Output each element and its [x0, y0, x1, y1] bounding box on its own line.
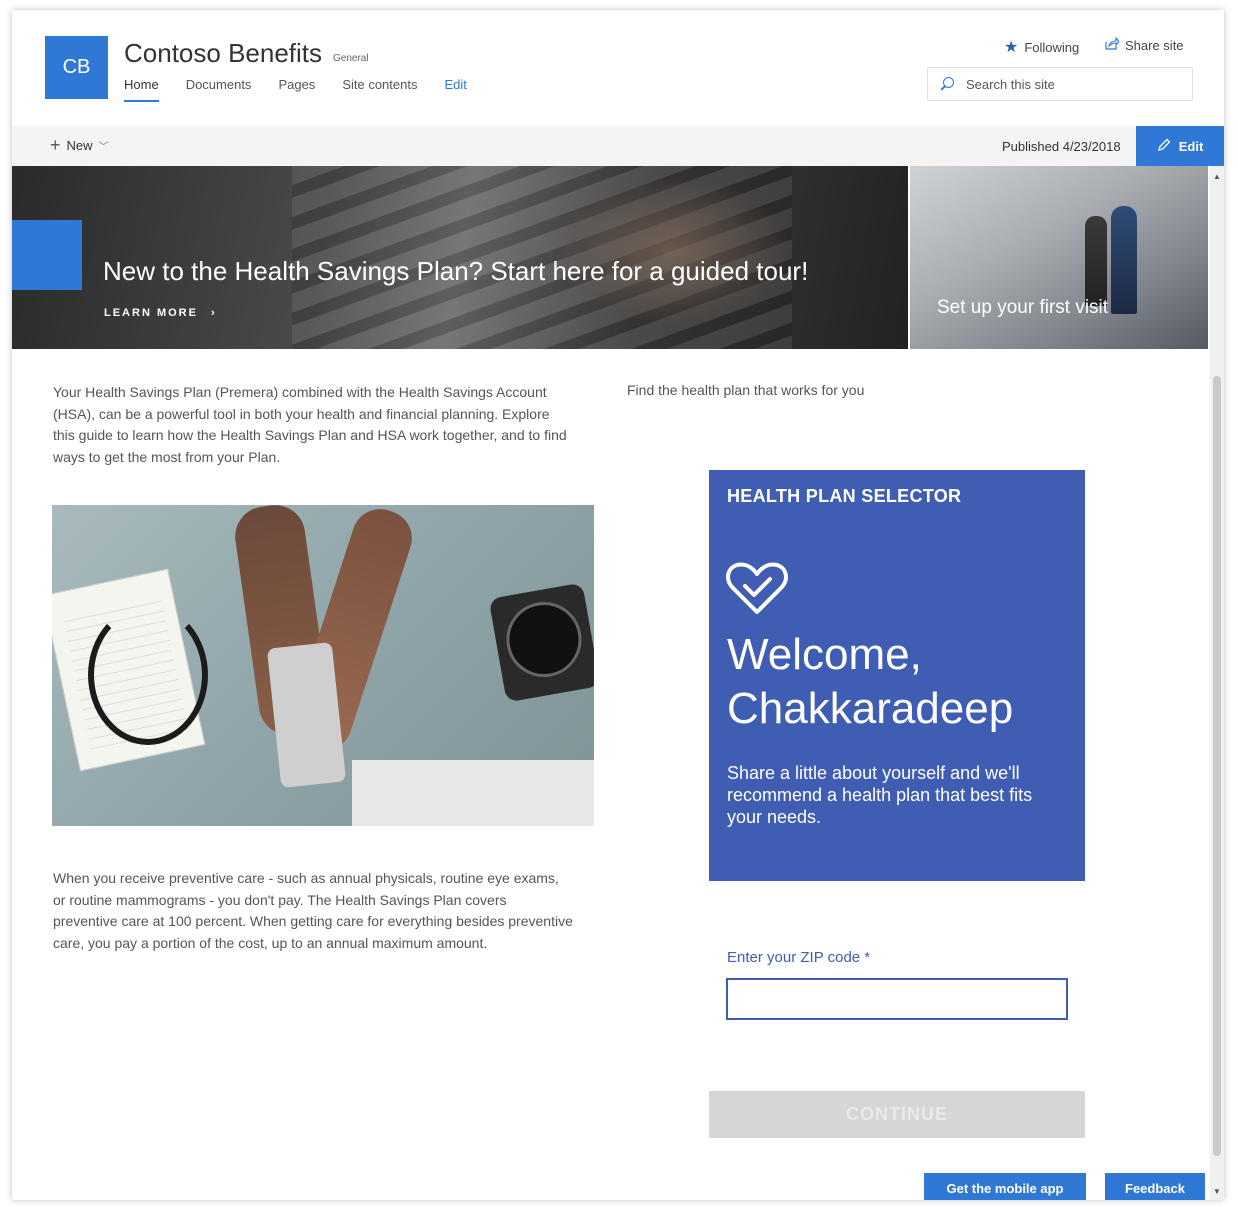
nav-documents[interactable]: Documents — [186, 77, 252, 102]
plus-icon: + — [50, 135, 61, 155]
following-label: Following — [1024, 39, 1080, 55]
nav-home[interactable]: Home — [124, 77, 159, 102]
preventive-care-paragraph: When you receive preventive care - such … — [53, 870, 573, 951]
site-title[interactable]: Contoso Benefits — [124, 38, 322, 69]
feedback-button[interactable]: Feedback — [1105, 1173, 1205, 1200]
hero-accent-block — [12, 220, 82, 290]
following-button[interactable]: ★ Following — [1004, 37, 1079, 57]
pencil-icon — [1157, 138, 1171, 155]
selector-heading: HEALTH PLAN SELECTOR — [727, 486, 962, 506]
scroll-thumb[interactable] — [1213, 376, 1221, 1156]
heart-check-icon — [725, 560, 789, 616]
share-site-button[interactable]: Share site — [1105, 36, 1184, 53]
nav-pages[interactable]: Pages — [278, 77, 315, 102]
intro-paragraph: Your Health Savings Plan (Premera) combi… — [53, 384, 567, 465]
site-logo[interactable]: CB — [45, 36, 108, 99]
zip-code-input[interactable] — [726, 978, 1068, 1020]
new-button[interactable]: + New ﹀ — [50, 136, 109, 154]
hero-side-title: Set up your first visit — [937, 297, 1109, 318]
find-plan-text: Find the health plan that works for you — [627, 382, 865, 398]
site-classification: General — [333, 53, 369, 64]
chevron-down-icon: ﹀ — [98, 141, 109, 153]
health-plan-selector-card: HEALTH PLAN SELECTOR Welcome, Chakkarade… — [709, 470, 1085, 881]
site-nav: Home Documents Pages Site contents Edit — [124, 77, 494, 102]
hero-main-tile[interactable]: New to the Health Savings Plan? Start he… — [12, 166, 908, 349]
continue-button[interactable]: CONTINUE — [709, 1091, 1085, 1138]
search-placeholder: Search this site — [966, 76, 1055, 92]
welcome-heading: Welcome, Chakkaradeep — [727, 630, 1014, 733]
site-header: CB Contoso Benefits General Home Documen… — [12, 10, 1224, 126]
zip-label: Enter your ZIP code * — [727, 949, 871, 966]
vertical-scrollbar[interactable]: ▲ ▼ — [1210, 166, 1224, 1200]
share-site-label: Share site — [1125, 37, 1184, 53]
nav-site-contents[interactable]: Site contents — [342, 77, 417, 102]
edit-page-button[interactable]: Edit — [1136, 126, 1224, 166]
search-box[interactable]: Search this site — [927, 67, 1193, 101]
medical-checkup-image — [52, 505, 594, 826]
star-icon: ★ — [1004, 39, 1019, 56]
hand-image — [552, 176, 792, 326]
published-status: Published 4/23/2018 — [1002, 139, 1121, 154]
scroll-down-arrow-icon[interactable]: ▼ — [1213, 1187, 1221, 1196]
scroll-up-arrow-icon[interactable]: ▲ — [1213, 172, 1221, 181]
zip-form: Enter your ZIP code * CONTINUE — [709, 881, 1085, 1139]
new-label: New — [66, 137, 93, 153]
nav-edit-link[interactable]: Edit — [444, 77, 466, 102]
selector-description: Share a little about yourself and we'll … — [727, 763, 1033, 827]
command-bar: + New ﹀ Published 4/23/2018 Edit — [12, 126, 1224, 166]
share-icon — [1105, 36, 1120, 53]
hero-side-tile[interactable]: Set up your first visit — [910, 166, 1208, 349]
browser-page: CB Contoso Benefits General Home Documen… — [12, 10, 1224, 1200]
hero-title: New to the Health Savings Plan? Start he… — [103, 256, 809, 286]
get-mobile-app-button[interactable]: Get the mobile app — [924, 1173, 1086, 1200]
learn-more-link[interactable]: LEARN MORE › — [104, 307, 217, 319]
edit-label: Edit — [1178, 138, 1204, 154]
search-icon — [940, 77, 954, 91]
chevron-right-icon: › — [211, 307, 217, 319]
